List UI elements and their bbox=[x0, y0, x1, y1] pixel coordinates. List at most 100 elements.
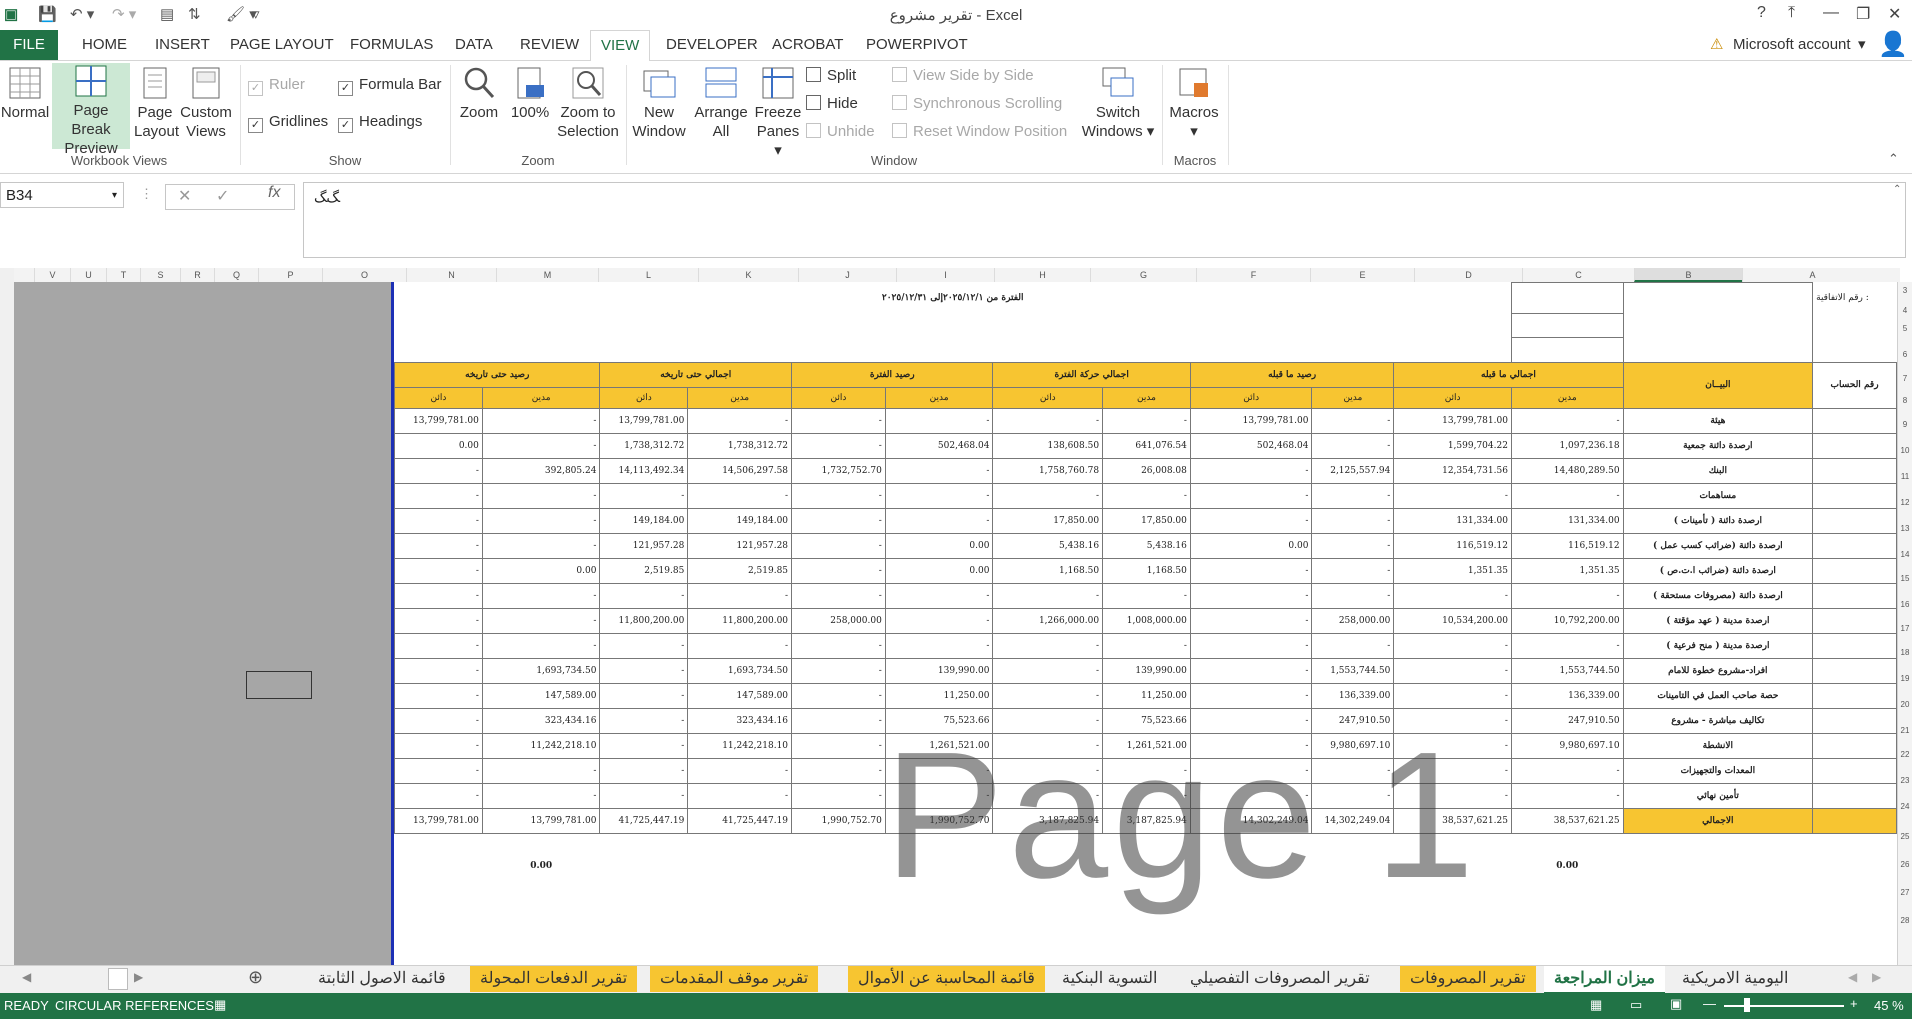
zoom-100-button[interactable]: 100% bbox=[508, 65, 552, 122]
new-sheet-icon[interactable]: ⊕ bbox=[248, 967, 263, 988]
collapse-ribbon-icon[interactable]: ⌃ bbox=[1888, 151, 1899, 167]
sheet-tab[interactable]: قائمة الاصول الثابتة bbox=[308, 966, 456, 992]
row-header[interactable]: 18 bbox=[1898, 648, 1912, 657]
ribbon-display-icon[interactable]: ⤒ bbox=[1788, 4, 1795, 22]
tab-acrobat[interactable]: ACROBAT bbox=[772, 30, 843, 60]
unhide-button[interactable]: Unhide bbox=[806, 123, 875, 140]
column-header[interactable]: A bbox=[1742, 268, 1882, 282]
row-header[interactable]: 19 bbox=[1898, 674, 1912, 683]
macro-record-icon[interactable]: ▦ bbox=[214, 997, 226, 1013]
scroll-left-icon[interactable]: ◀ bbox=[22, 970, 31, 984]
selected-cell[interactable] bbox=[246, 671, 312, 699]
column-header[interactable]: C bbox=[1522, 268, 1634, 282]
column-header[interactable]: N bbox=[406, 268, 496, 282]
column-header[interactable]: V bbox=[34, 268, 70, 282]
zoom-button[interactable]: Zoom bbox=[456, 65, 502, 122]
enter-icon[interactable]: ✓ bbox=[216, 186, 229, 206]
row-header[interactable]: 11 bbox=[1898, 472, 1912, 481]
row-header[interactable]: 21 bbox=[1898, 726, 1912, 735]
column-header[interactable]: G bbox=[1090, 268, 1196, 282]
tab-page-layout[interactable]: PAGE LAYOUT bbox=[230, 30, 334, 60]
synchronous-scrolling-button[interactable]: Synchronous Scrolling bbox=[892, 95, 1062, 112]
column-header[interactable]: P bbox=[258, 268, 322, 282]
tab-developer[interactable]: DEVELOPER bbox=[666, 30, 758, 60]
sheet-tab[interactable]: تقرير موقف المقدمات bbox=[650, 966, 819, 992]
row-header[interactable]: 26 bbox=[1898, 860, 1912, 869]
name-box[interactable]: B34 ▾ bbox=[0, 182, 124, 208]
vertical-scrollbar[interactable] bbox=[0, 268, 15, 965]
sheet-tab[interactable]: اليومية الامريكية bbox=[1672, 966, 1799, 992]
collapse-formula-icon[interactable]: ⌃ bbox=[1893, 184, 1901, 195]
column-header[interactable]: L bbox=[598, 268, 698, 282]
zoom-slider-thumb[interactable] bbox=[1744, 998, 1750, 1012]
sheet-tab[interactable]: تقرير الدفعات المحولة bbox=[470, 966, 638, 992]
hscroll-thumb[interactable] bbox=[108, 968, 128, 990]
close-icon[interactable]: ✕ bbox=[1888, 4, 1901, 24]
macros-button[interactable]: Macros ▾ bbox=[1166, 65, 1222, 141]
page-1[interactable]: الفترة من ٢٠٢٥/١٢/١إلى ٢٠٢٥/١٢/٣١ رقم الا… bbox=[391, 282, 1897, 965]
normal-view-button[interactable]: Normal bbox=[0, 65, 50, 122]
tab-scroll-left-icon[interactable]: ◀ bbox=[1848, 970, 1857, 984]
page-layout-status-icon[interactable]: ▭ bbox=[1630, 997, 1642, 1013]
tab-review[interactable]: REVIEW bbox=[520, 30, 579, 60]
sheet-tab[interactable]: تقرير المصروفات bbox=[1400, 966, 1536, 992]
column-header[interactable]: K bbox=[698, 268, 798, 282]
tab-file[interactable]: FILE bbox=[0, 30, 58, 60]
worksheet-area[interactable]: VUTSRQPONMLKJIHGFEDCBA 3 4 5 6 7 8 9 10 11 12 13 14… bbox=[0, 268, 1912, 965]
column-header[interactable]: F bbox=[1196, 268, 1310, 282]
row-header[interactable]: 8 bbox=[1898, 396, 1912, 405]
zoom-level[interactable]: 45 % bbox=[1874, 998, 1904, 1013]
column-header[interactable]: O bbox=[322, 268, 406, 282]
row-header[interactable]: 23 bbox=[1898, 776, 1912, 785]
column-header[interactable]: T bbox=[106, 268, 140, 282]
row-header[interactable]: 27 bbox=[1898, 888, 1912, 897]
page-break-preview-button[interactable]: Page Break Preview bbox=[52, 63, 130, 157]
split-button[interactable]: Split bbox=[806, 67, 856, 84]
zoom-out-icon[interactable]: — bbox=[1703, 996, 1716, 1011]
column-header[interactable]: U bbox=[70, 268, 106, 282]
headings-checkbox[interactable]: ✓ Headings bbox=[338, 113, 422, 133]
row-header[interactable]: 3 bbox=[1898, 286, 1912, 295]
row-header[interactable]: 10 bbox=[1898, 446, 1912, 455]
tab-formulas[interactable]: FORMULAS bbox=[350, 30, 433, 60]
row-header[interactable]: 22 bbox=[1898, 750, 1912, 759]
row-header[interactable]: 24 bbox=[1898, 802, 1912, 811]
row-header[interactable]: 12 bbox=[1898, 498, 1912, 507]
row-header[interactable]: 20 bbox=[1898, 700, 1912, 709]
switch-windows-button[interactable]: Switch Windows ▾ bbox=[1080, 65, 1156, 141]
row-header[interactable]: 25 bbox=[1898, 832, 1912, 841]
column-header[interactable]: E bbox=[1310, 268, 1414, 282]
cancel-icon[interactable]: ✕ bbox=[178, 186, 191, 206]
row-header[interactable]: 5 bbox=[1898, 324, 1912, 333]
tab-insert[interactable]: INSERT bbox=[155, 30, 210, 60]
tab-powerpivot[interactable]: POWERPIVOT bbox=[866, 30, 968, 60]
normal-view-status-icon[interactable]: ▦ bbox=[1590, 997, 1602, 1013]
tab-scroll-right-icon[interactable]: ▶ bbox=[1872, 970, 1881, 984]
new-window-button[interactable]: New Window bbox=[630, 65, 688, 141]
sheet-tab[interactable]: ميزان المراجعة bbox=[1544, 966, 1665, 994]
gridlines-checkbox[interactable]: ✓ Gridlines bbox=[248, 113, 328, 133]
help-button[interactable]: ? bbox=[1757, 4, 1766, 22]
column-header[interactable]: R bbox=[180, 268, 214, 282]
column-header[interactable]: B bbox=[1634, 268, 1742, 282]
sheet-tab[interactable]: تقرير المصروفات التفصيلي bbox=[1180, 966, 1380, 992]
scroll-right-icon[interactable]: ▶ bbox=[134, 970, 143, 984]
row-header[interactable]: 16 bbox=[1898, 600, 1912, 609]
column-header[interactable]: I bbox=[896, 268, 994, 282]
minimize-icon[interactable]: — bbox=[1823, 4, 1839, 22]
row-header[interactable]: 6 bbox=[1898, 350, 1912, 359]
row-header[interactable]: 4 bbox=[1898, 306, 1912, 315]
row-header[interactable]: 17 bbox=[1898, 624, 1912, 633]
zoom-in-icon[interactable]: + bbox=[1850, 996, 1858, 1011]
account-button[interactable]: Microsoft account bbox=[1733, 30, 1851, 60]
sheet-tab[interactable]: التسوية البنكية bbox=[1052, 966, 1167, 992]
restore-icon[interactable]: ❐ bbox=[1856, 4, 1870, 24]
row-header[interactable]: 7 bbox=[1898, 374, 1912, 383]
sheet-tab[interactable]: قائمة المحاسبة عن الأموال bbox=[848, 966, 1045, 992]
row-header[interactable]: 13 bbox=[1898, 524, 1912, 533]
avatar[interactable]: 👤 bbox=[1878, 30, 1908, 60]
ruler-checkbox[interactable]: ✓ Ruler bbox=[248, 76, 305, 96]
column-header[interactable]: S bbox=[140, 268, 180, 282]
tab-home[interactable]: HOME bbox=[82, 30, 127, 60]
column-header[interactable]: D bbox=[1414, 268, 1522, 282]
